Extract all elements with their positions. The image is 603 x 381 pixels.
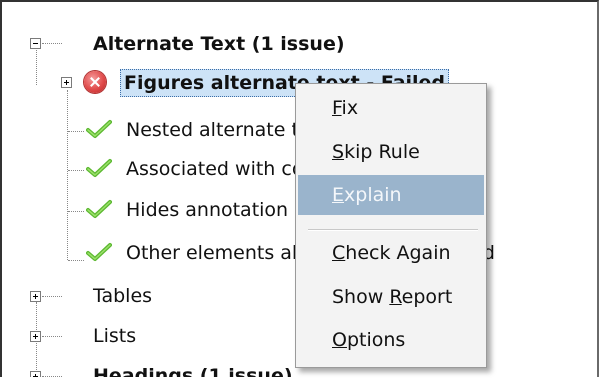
plus-toggle-icon[interactable] bbox=[30, 331, 41, 342]
tree-line bbox=[68, 260, 84, 261]
menu-item-fix[interactable]: Fix bbox=[298, 88, 484, 128]
tree-line bbox=[67, 90, 68, 260]
menu-item-skip-rule[interactable]: Skip Rule bbox=[298, 132, 484, 172]
plus-toggle-icon[interactable] bbox=[61, 77, 72, 88]
tree-line bbox=[42, 336, 62, 337]
menu-item-show-report[interactable]: Show Report bbox=[298, 277, 484, 317]
checkmark-icon bbox=[86, 200, 112, 218]
tree-line bbox=[36, 50, 37, 85]
checkmark-icon bbox=[86, 120, 112, 138]
checkmark-icon bbox=[86, 243, 112, 261]
tree-line bbox=[42, 376, 62, 377]
tables-category[interactable]: Tables bbox=[93, 284, 152, 308]
tree-line bbox=[42, 296, 62, 297]
menu-separator bbox=[308, 229, 478, 231]
context-menu: Fix Skip Rule Explain Check Again Show R… bbox=[295, 83, 487, 368]
menu-item-explain[interactable]: Explain bbox=[298, 175, 484, 215]
tree-line bbox=[68, 170, 84, 171]
error-icon bbox=[84, 71, 106, 93]
tree-line bbox=[42, 43, 62, 44]
plus-toggle-icon[interactable] bbox=[30, 371, 41, 377]
lists-category[interactable]: Lists bbox=[93, 324, 136, 348]
minus-toggle-icon[interactable] bbox=[30, 38, 41, 49]
menu-item-options[interactable]: Options bbox=[298, 320, 484, 360]
checkmark-icon bbox=[86, 159, 112, 177]
headings-category[interactable]: Headings (1 issue) bbox=[93, 364, 293, 377]
menu-item-check-again[interactable]: Check Again bbox=[298, 233, 484, 273]
alternate-text-category[interactable]: Alternate Text (1 issue) bbox=[93, 32, 345, 56]
tree-line bbox=[68, 211, 84, 212]
plus-toggle-icon[interactable] bbox=[30, 291, 41, 302]
tree-line bbox=[68, 131, 84, 132]
